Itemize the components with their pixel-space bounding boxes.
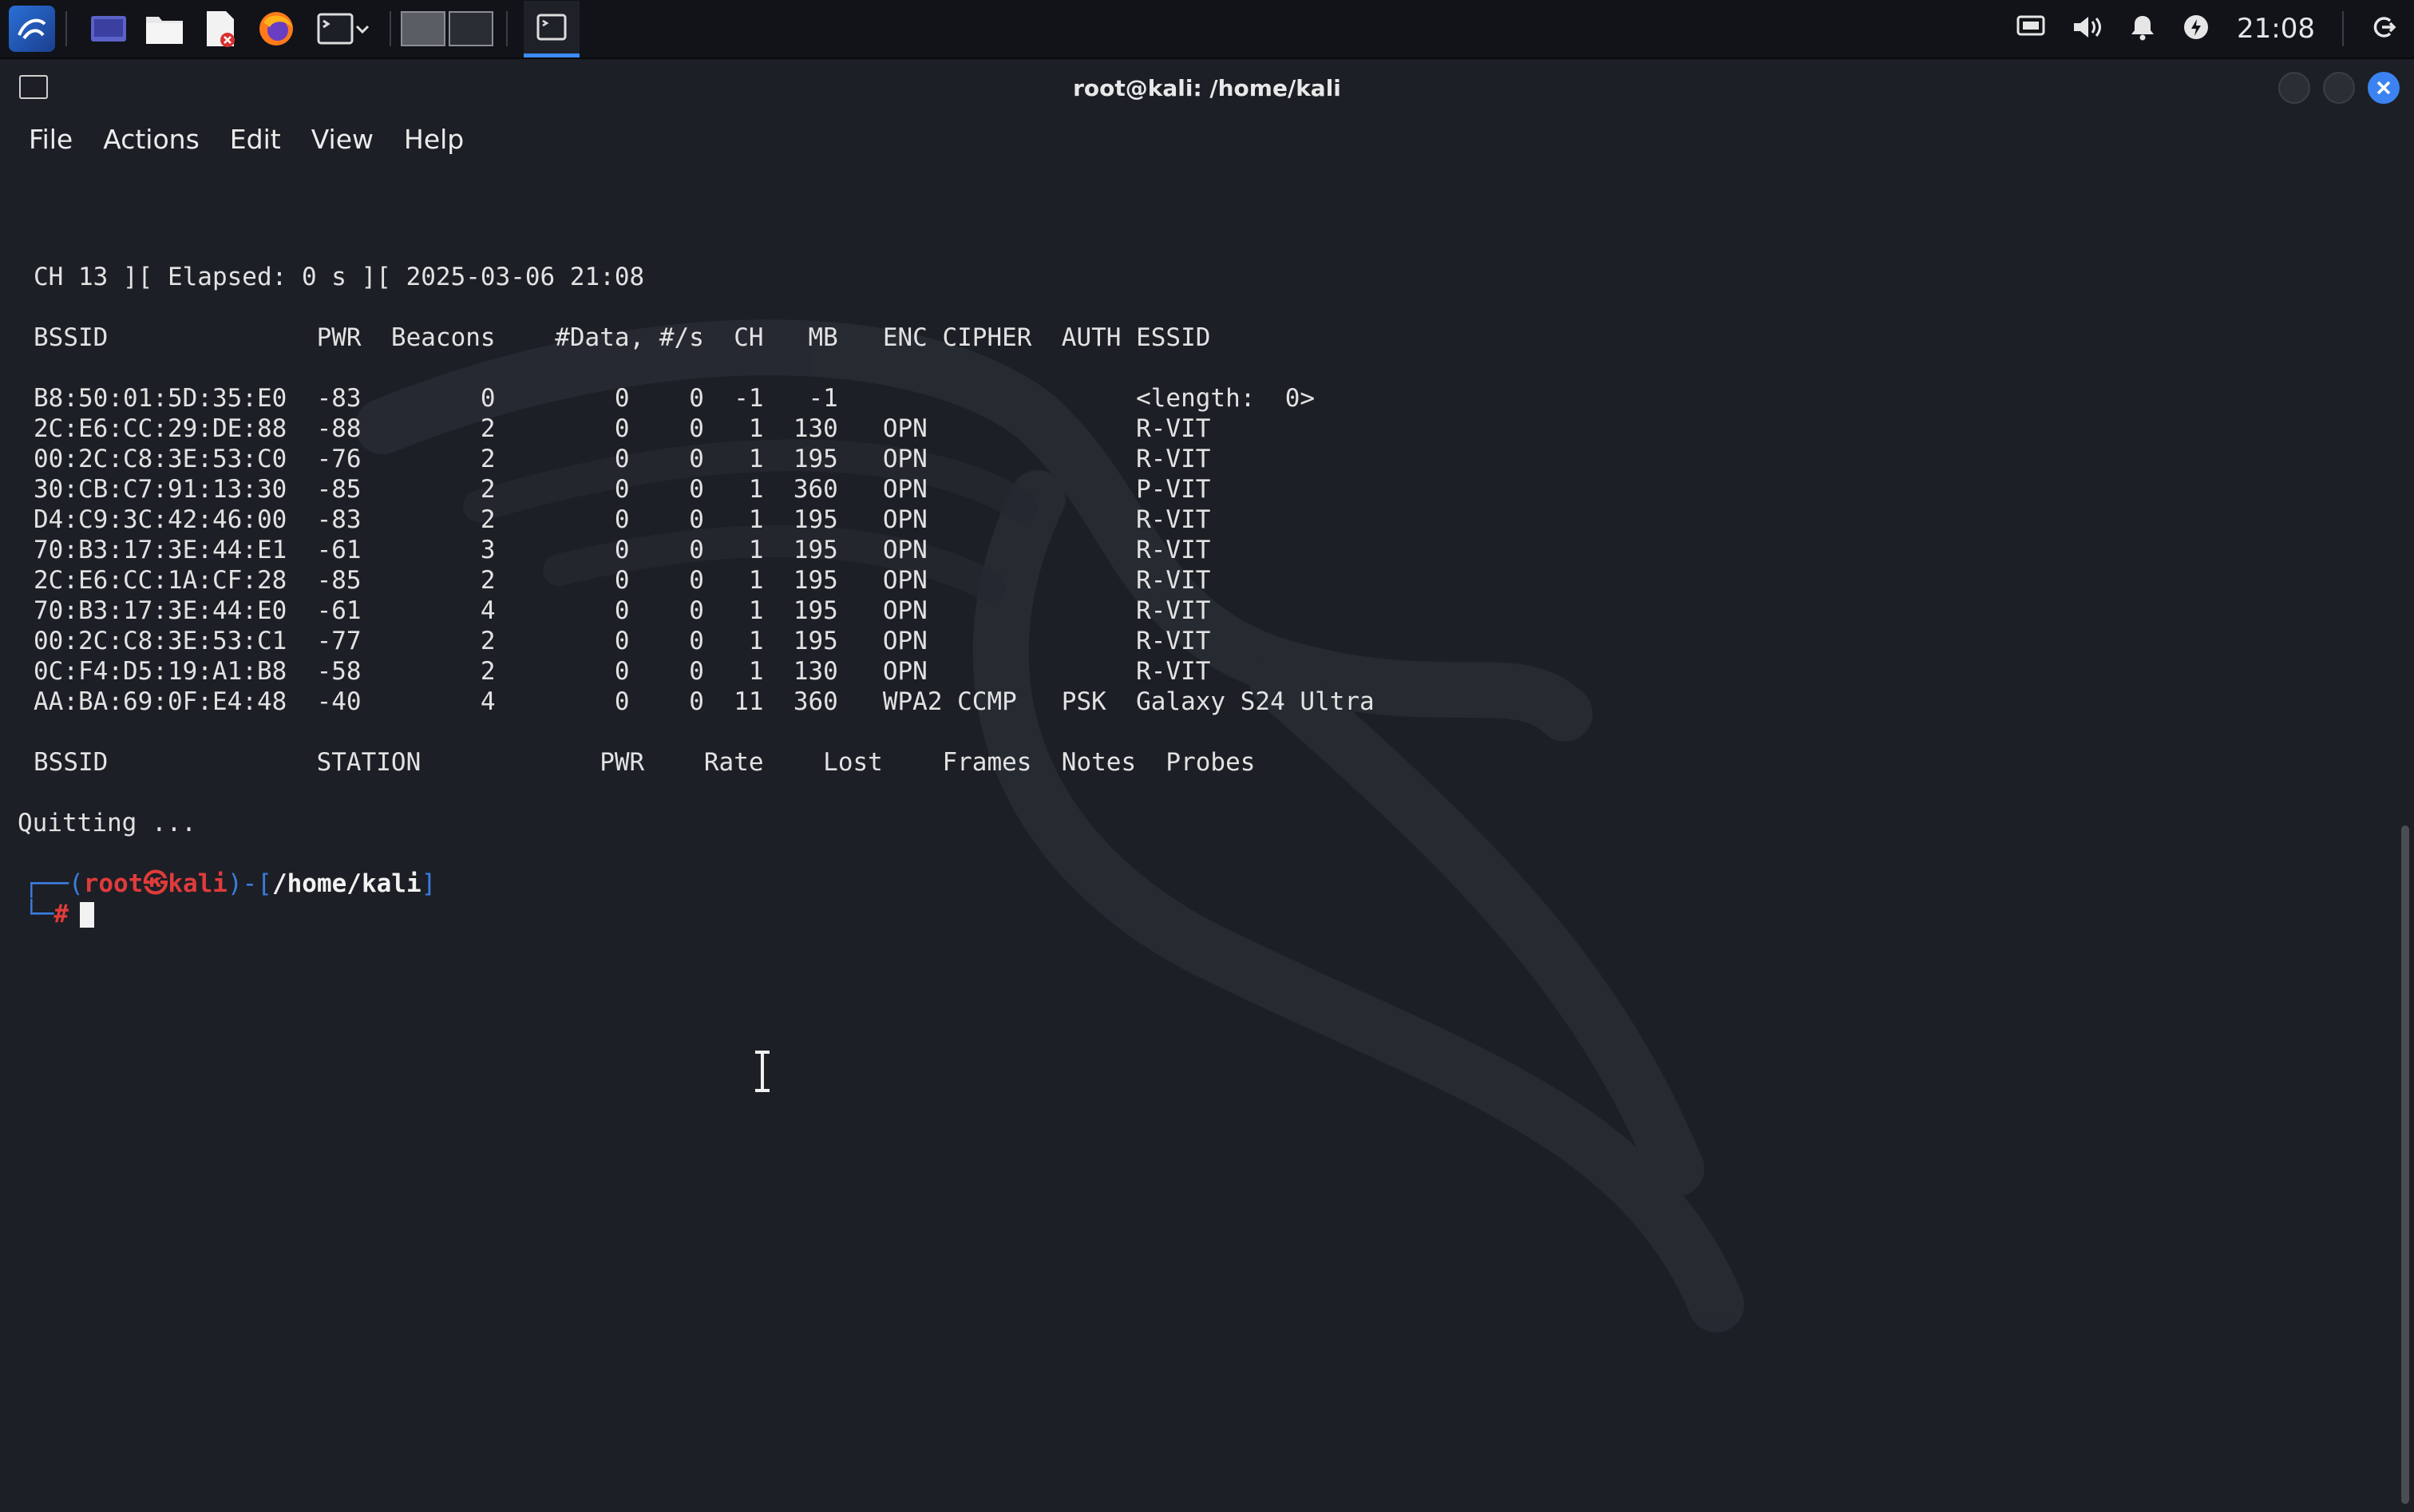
terminal-output[interactable]: CH 13 ][ Elapsed: 0 s ][ 2025-03-06 21:0… [0,195,2387,1512]
desktop-icon[interactable] [85,5,133,53]
text-editor-icon[interactable] [196,5,244,53]
shell-prompt-input-line[interactable]: └─# [24,899,69,929]
close-icon [2376,81,2391,95]
ap-row: 70:B3:17:3E:44:E0 -61 4 0 0 1 195 OPN R-… [34,596,1211,625]
ap-row: AA:BA:69:0F:E4:48 -40 4 0 0 11 360 WPA2 … [34,687,1375,716]
kali-menu-icon[interactable] [8,5,56,53]
ap-row: D4:C9:3C:42:46:00 -83 2 0 0 1 195 OPN R-… [34,505,1211,534]
volume-icon[interactable] [2072,14,2103,44]
workspace-2[interactable] [449,11,493,46]
ap-row: 0C:F4:D5:19:A1:B8 -58 2 0 0 1 130 OPN R-… [34,657,1211,686]
status-line: CH 13 ][ Elapsed: 0 s ][ 2025-03-06 21:0… [34,263,645,291]
menu-edit[interactable]: Edit [230,124,281,155]
tray-separator [2342,11,2344,46]
ap-table-header: BSSID PWR Beacons #Data, #/s CH MB ENC C… [34,323,1211,352]
shell-prompt: ┌──(root㉿kali)-[/home/kali] [24,869,437,898]
window-title: root@kali: /home/kali [1073,74,1341,101]
terminal-window: root@kali: /home/kali File Actions Edit … [0,59,2414,1512]
taskbar-terminal-window[interactable] [524,0,580,57]
clock[interactable]: 21:08 [2237,13,2315,45]
maximize-button[interactable] [2323,72,2355,104]
menu-file[interactable]: File [29,124,73,155]
taskbar-separator [65,11,67,46]
menu-view[interactable]: View [311,124,374,155]
logout-icon[interactable] [2371,14,2396,44]
ap-row: 00:2C:C8:3E:53:C1 -77 2 0 0 1 195 OPN R-… [34,627,1211,655]
terminal-icon[interactable] [308,5,380,53]
menu-help[interactable]: Help [404,124,464,155]
power-status-icon[interactable] [2182,14,2210,45]
station-table-header: BSSID STATION PWR Rate Lost Frames Notes… [34,748,1256,777]
terminal-scrollbar[interactable] [2401,825,2409,1504]
quitting-message: Quitting ... [18,809,196,837]
ap-row: 2C:E6:CC:29:DE:88 -88 2 0 0 1 130 OPN R-… [34,414,1211,443]
ap-row: 70:B3:17:3E:44:E1 -61 3 0 0 1 195 OPN R-… [34,536,1211,564]
ibeam-cursor-icon [755,1051,770,1092]
taskbar-separator [506,11,508,46]
minimize-button[interactable] [2278,72,2310,104]
ap-row: 30:CB:C7:91:13:30 -85 2 0 0 1 360 OPN P-… [34,475,1211,504]
taskbar-separator [390,11,391,46]
menu-bar: File Actions Edit View Help [0,117,2414,161]
window-titlebar[interactable]: root@kali: /home/kali [0,59,2414,117]
ap-row: 00:2C:C8:3E:53:C0 -76 2 0 0 1 195 OPN R-… [34,445,1211,473]
workspace-1[interactable] [401,11,445,46]
ap-row: B8:50:01:5D:35:E0 -83 0 0 0 -1 -1 <lengt… [34,384,1316,413]
terminal-cursor [80,902,94,928]
chevron-down-icon[interactable] [354,20,371,38]
taskbar: 21:08 [0,0,2414,59]
ap-row: 2C:E6:CC:1A:CF:28 -85 2 0 0 1 195 OPN R-… [34,566,1211,595]
system-tray: 21:08 [2016,0,2414,57]
firefox-icon[interactable] [252,5,300,53]
menu-actions[interactable]: Actions [103,124,200,155]
file-manager-icon[interactable] [140,5,188,53]
window-terminal-icon[interactable] [19,75,48,99]
close-button[interactable] [2368,72,2400,104]
notification-bell-icon[interactable] [2130,14,2155,45]
display-icon[interactable] [2016,15,2045,43]
